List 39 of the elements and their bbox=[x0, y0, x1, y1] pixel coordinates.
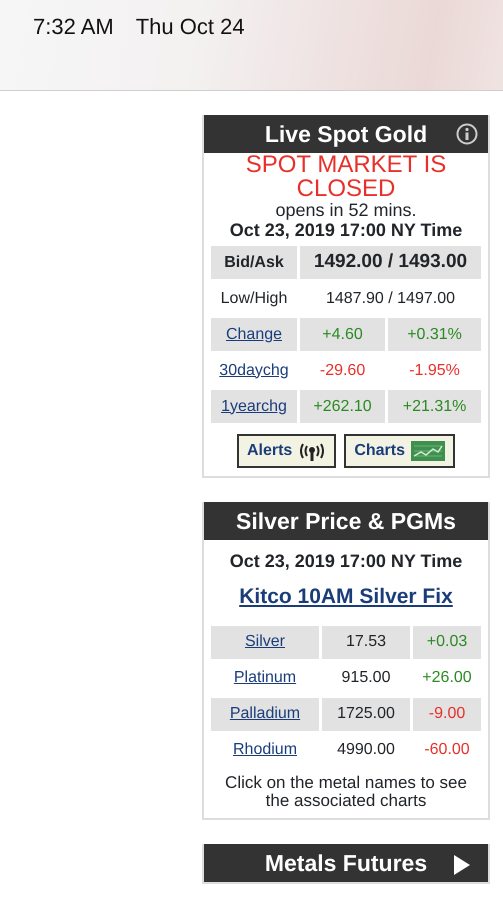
table-cell: +4.60 bbox=[300, 318, 386, 351]
table-cell-text: +26.00 bbox=[421, 668, 473, 688]
table-cell: +0.31% bbox=[388, 318, 481, 351]
fix-link[interactable]: Kitco 10AM Silver Fix bbox=[239, 581, 453, 612]
table-cell: +0.03 bbox=[413, 626, 481, 658]
widget-title: Live Spot Gold bbox=[264, 121, 428, 147]
widget-button[interactable]: Alerts bbox=[236, 434, 336, 468]
table-cell: +262.10 bbox=[300, 390, 386, 423]
time-text: 7:32 AM bbox=[33, 13, 114, 41]
table-cell: 1492.00 / 1493.00 bbox=[300, 246, 481, 279]
market-status-text: SPOT MARKET IS CLOSED bbox=[244, 153, 448, 201]
table-cell-text: -1.95% bbox=[408, 360, 461, 380]
table-cell-text: 4990.00 bbox=[336, 740, 396, 760]
row-label: Low/High bbox=[220, 290, 288, 306]
widget-title: Silver Price & PGMs bbox=[236, 508, 456, 534]
date-text: Thu Oct 24 bbox=[136, 13, 245, 41]
antenna-icon bbox=[298, 441, 326, 461]
row-label: Bid/Ask bbox=[224, 254, 284, 270]
metal-link[interactable]: Rhodium bbox=[232, 741, 298, 758]
timestamp-text: Oct 23, 2019 17:00 NY Time bbox=[228, 220, 464, 241]
widget-title: Metals Futures bbox=[264, 850, 428, 876]
info-icon[interactable] bbox=[456, 123, 478, 145]
table-cell: -9.00 bbox=[413, 698, 481, 730]
chart-icon bbox=[411, 441, 446, 461]
table-cell-text: 915.00 bbox=[340, 668, 392, 688]
table-cell-text: -60.00 bbox=[423, 740, 471, 760]
table-cell-text: -29.60 bbox=[318, 360, 366, 380]
table-cell: 1725.00 bbox=[322, 698, 410, 730]
timestamp-text: Oct 23, 2019 17:00 NY Time bbox=[228, 550, 464, 573]
note-text: Click on the metal names to see the associated charts bbox=[224, 774, 468, 810]
table-cell: 17.53 bbox=[322, 626, 410, 658]
row-link[interactable]: 30daychg bbox=[219, 362, 289, 378]
opens-in-text: opens in 52 mins. bbox=[274, 201, 418, 219]
metal-link[interactable]: Silver bbox=[244, 633, 285, 650]
play-icon bbox=[454, 854, 470, 874]
table-cell: +21.31% bbox=[388, 390, 481, 423]
widget-button[interactable]: Charts bbox=[344, 434, 456, 468]
metal-link[interactable]: Platinum bbox=[234, 669, 296, 686]
table-cell-text: 1487.90 / 1497.00 bbox=[324, 288, 456, 308]
